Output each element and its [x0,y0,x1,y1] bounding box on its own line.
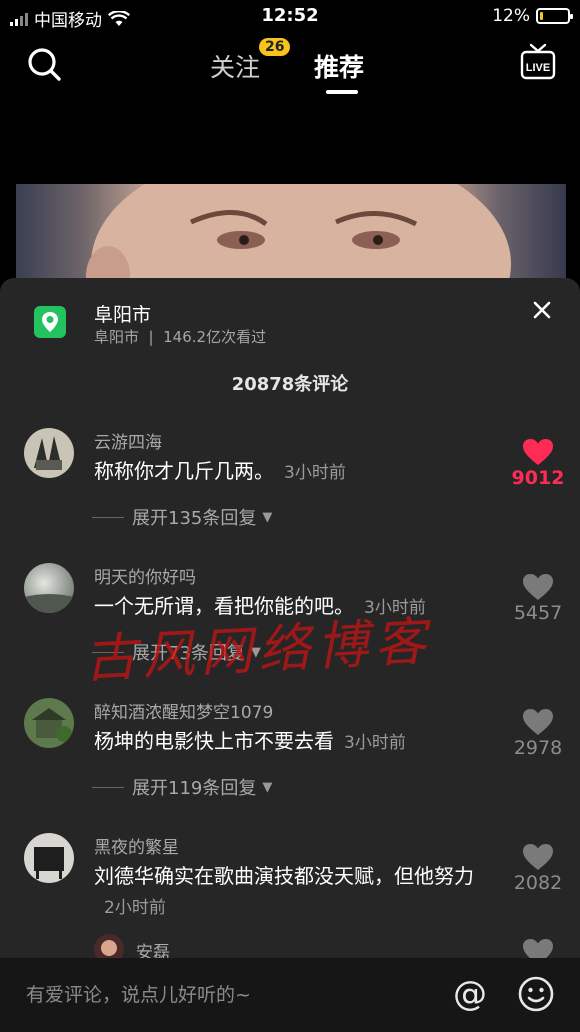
avatar[interactable] [24,563,74,613]
like-button[interactable]: 5457 [510,573,566,624]
battery-percent: 12% [492,6,530,26]
replies-label: 展开73条回复 [132,643,245,664]
comment-username[interactable]: 安磊 [136,938,170,958]
chevron-down-icon: ▼ [262,779,273,795]
chevron-down-icon: ▼ [262,509,273,525]
comment-username[interactable]: 明天的你好吗 [94,563,196,588]
like-button[interactable]: 2978 [510,708,566,759]
heart-icon [523,939,553,958]
video-face-image [86,184,511,284]
video-frame[interactable] [16,184,566,284]
active-tab-indicator [326,90,358,94]
heart-icon [523,574,553,600]
replies-label: 展开135条回复 [132,508,257,529]
location-title[interactable]: 阜阳市 [94,300,151,327]
avatar[interactable] [94,934,124,958]
comment-body: 称称你才几斤几两。 [94,459,274,483]
comment-text[interactable]: 刘德华确实在歌曲演技都没天赋，但他努力 2小时前 [94,861,494,923]
heart-icon [523,709,553,735]
close-icon[interactable] [530,298,554,322]
comment-text[interactable]: 杨坤的电影快上市不要去看 3小时前 [94,726,494,758]
comment-text[interactable]: 称称你才几斤几两。 3小时前 [94,456,494,488]
location-pin-icon[interactable] [34,306,66,338]
comment-time: 2小时前 [104,898,166,918]
avatar[interactable] [24,428,74,478]
comment-username[interactable]: 黑夜的繁星 [94,833,179,858]
expand-replies-button[interactable]: 展开135条回复 ▼ [94,504,272,530]
heart-icon [523,439,553,465]
comment-username[interactable]: 醉知酒浓醒知梦空1079 [94,698,273,723]
comment-text[interactable]: 一个无所谓，看把你能的吧。 3小时前 [94,591,494,623]
follow-badge: 26 [259,38,291,56]
tab-recommend[interactable]: 推荐 [314,48,364,84]
comment-time: 3小时前 [344,733,406,753]
replies-label: 展开119条回复 [132,778,257,799]
like-count: 9012 [511,467,565,489]
status-bar: 中国移动 12:52 12% [0,0,580,34]
comment-input[interactable] [26,976,426,1014]
battery-level [540,12,543,20]
tab-follow[interactable]: 关注 [210,48,260,84]
comment-sheet: 阜阳市 阜阳市 | 146.2亿次看过 20878条评论 云游四海 称称你才几斤… [0,278,580,958]
expand-replies-button[interactable]: 展开73条回复 ▼ [94,639,261,665]
comment-body: 一个无所谓，看把你能的吧。 [94,594,354,618]
like-count: 2082 [513,872,563,894]
comment-time: 3小时前 [364,598,426,618]
avatar[interactable] [24,833,74,883]
expand-replies-button[interactable]: 展开119条回复 ▼ [94,774,272,800]
like-count: 5457 [513,602,563,624]
avatar[interactable] [24,698,74,748]
like-count: 2978 [513,737,563,759]
live-icon[interactable]: LIVE [520,42,556,82]
comment-username[interactable]: 云游四海 [94,428,162,453]
battery-icon [536,8,573,24]
live-label: LIVE [526,62,550,74]
comment-time: 3小时前 [284,463,346,483]
like-button[interactable]: 2082 [510,843,566,894]
chevron-down-icon: ▼ [250,644,261,660]
mention-at-icon[interactable]: @ [448,972,492,1016]
comment-body: 刘德华确实在歌曲演技都没天赋，但他努力 [94,864,474,888]
like-button[interactable] [510,938,566,958]
like-button[interactable]: 9012 [510,438,566,489]
location-subtitle: 阜阳市 | 146.2亿次看过 [94,328,267,346]
comment-count: 20878条评论 [231,374,349,395]
emoji-icon[interactable] [516,974,556,1014]
heart-icon [523,844,553,870]
comment-body: 杨坤的电影快上市不要去看 [94,729,334,753]
search-icon[interactable] [24,44,64,84]
top-nav: 关注 26 推荐 LIVE [0,34,580,104]
comment-input-bar: @ [0,958,580,1032]
